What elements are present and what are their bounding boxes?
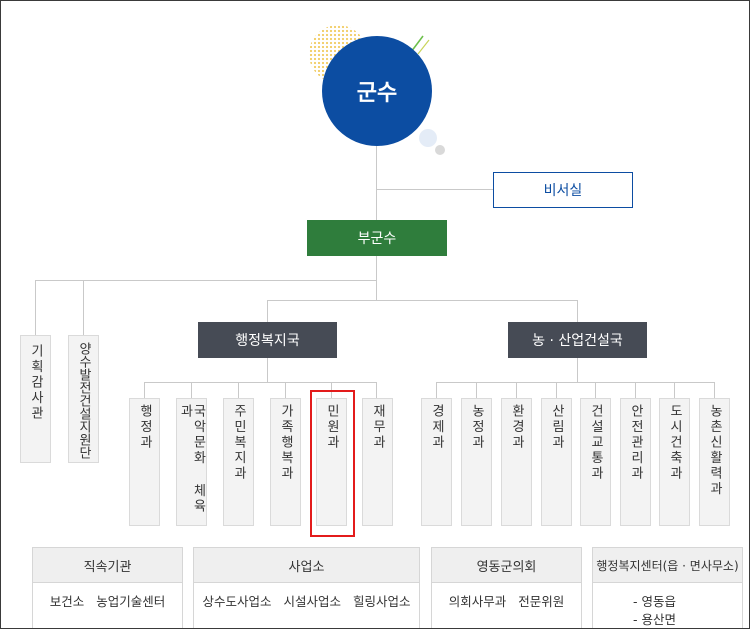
section-item-health-center[interactable]: 보건소	[50, 594, 85, 609]
connector-line	[376, 146, 377, 220]
connector-line	[376, 382, 377, 398]
connector-line	[377, 189, 493, 190]
section-item-expert-members[interactable]: 전문위원	[518, 594, 564, 609]
section-item-council-secretariat[interactable]: 의회사무과	[449, 594, 507, 609]
county-governor-label: 군수	[356, 81, 398, 106]
connector-line	[267, 300, 268, 322]
agriculture-industry-construction-bureau-box[interactable]: 농 · 산업건설국	[508, 322, 647, 358]
section-body: 보건소 농업기술센터	[33, 583, 182, 609]
department-box-agricultural-policy[interactable]: 농정과	[461, 398, 492, 526]
connector-line	[595, 382, 596, 398]
bubble-decoration	[435, 145, 445, 155]
section-item-agri-tech-center[interactable]: 농업기술센터	[96, 594, 165, 609]
department-box-korean-music-culture-sports[interactable]: 국악문화 체육과	[176, 398, 207, 526]
connector-line	[285, 382, 286, 398]
section-title: 영동군의회	[432, 548, 581, 583]
department-box-safety-management[interactable]: 안전관리과	[620, 398, 651, 526]
section-item-yongsan-myeon[interactable]: - 용산면	[633, 611, 742, 629]
section-business-offices: 사업소 상수도사업소 시설사업소 힐링사업소	[193, 547, 420, 629]
pumped-storage-support-group-box[interactable]: 양수발전건설지원단	[68, 335, 99, 463]
connector-line	[267, 358, 268, 382]
administrative-welfare-bureau-box[interactable]: 행정복지국	[198, 322, 337, 358]
planning-audit-officer-label: 기획감사관	[28, 344, 43, 422]
connector-line	[35, 280, 377, 281]
deputy-governor-box[interactable]: 부군수	[307, 220, 447, 256]
department-box-rural-revitalization[interactable]: 농촌신활력과	[699, 398, 730, 526]
connector-line	[476, 382, 477, 398]
administrative-welfare-bureau-label: 행정복지국	[235, 333, 300, 349]
department-label: 도시건축과	[667, 404, 682, 482]
connector-line	[674, 382, 675, 398]
connector-line	[331, 382, 332, 398]
connector-line	[577, 300, 578, 322]
section-direct-agencies: 직속기관 보건소 농업기술센터	[32, 547, 183, 629]
connector-line	[144, 382, 145, 398]
section-title: 직속기관	[33, 548, 182, 583]
connector-line	[577, 358, 578, 382]
department-box-economy[interactable]: 경제과	[421, 398, 452, 526]
pumped-storage-support-group-label: 양수발전건설지원단	[76, 342, 91, 459]
department-label: 농촌신활력과	[707, 404, 722, 497]
secretary-office-label: 비서실	[543, 183, 583, 199]
section-community-centers: 행정복지센터(읍 · 면사무소) - 영동읍 - 용산면	[592, 547, 743, 629]
connector-line	[191, 382, 192, 398]
section-item-healing-office[interactable]: 힐링사업소	[353, 594, 411, 609]
department-box-finance[interactable]: 재무과	[362, 398, 393, 526]
section-body: - 영동읍 - 용산면	[593, 583, 742, 629]
section-title: 사업소	[194, 548, 419, 583]
section-item-water-supply-office[interactable]: 상수도사업소	[202, 594, 271, 609]
department-box-family-happiness[interactable]: 가족행복과	[270, 398, 301, 526]
connector-line	[635, 382, 636, 398]
department-label: 주민복지과	[231, 404, 246, 482]
department-label: 행정과	[137, 404, 152, 451]
connector-line	[83, 280, 84, 335]
county-governor-circle[interactable]: 군수	[322, 36, 432, 146]
connector-line	[35, 280, 36, 335]
connector-line	[376, 256, 377, 300]
secretary-office-box[interactable]: 비서실	[493, 172, 633, 208]
department-label: 민원과	[324, 404, 339, 451]
section-item-yeongdong-eup[interactable]: - 영동읍	[633, 593, 742, 611]
department-label: 가족행복과	[278, 404, 293, 482]
section-item-facilities-office[interactable]: 시설사업소	[283, 594, 341, 609]
department-box-civil-affairs[interactable]: 민원과	[316, 398, 347, 526]
department-label: 재무과	[370, 404, 385, 451]
section-body: 상수도사업소 시설사업소 힐링사업소	[194, 583, 419, 609]
bubble-decoration	[419, 129, 437, 147]
department-box-resident-welfare[interactable]: 주민복지과	[223, 398, 254, 526]
connector-line	[238, 382, 239, 398]
connector-line	[436, 382, 437, 398]
department-label: 환경과	[509, 404, 524, 451]
agriculture-industry-construction-bureau-label: 농 · 산업건설국	[532, 333, 623, 349]
department-box-environment[interactable]: 환경과	[501, 398, 532, 526]
connector-line	[516, 382, 517, 398]
section-title: 행정복지센터(읍 · 면사무소)	[593, 548, 742, 583]
connector-line	[714, 382, 715, 398]
department-box-administration[interactable]: 행정과	[129, 398, 160, 526]
department-label: 안전관리과	[628, 404, 643, 482]
org-chart: 군수 비서실 부군수 기획감사관 양수발전건설지원단 행정복지국 농 · 산업건…	[0, 0, 750, 629]
planning-audit-officer-box[interactable]: 기획감사관	[20, 335, 51, 463]
deputy-governor-label: 부군수	[357, 231, 397, 247]
department-label: 경제과	[429, 404, 444, 451]
department-box-urban-architecture[interactable]: 도시건축과	[659, 398, 690, 526]
department-label: 산림과	[549, 404, 564, 451]
connector-line	[267, 300, 578, 301]
connector-line	[144, 382, 377, 383]
department-label: 농정과	[469, 404, 484, 451]
section-county-council: 영동군의회 의회사무과 전문위원	[431, 547, 582, 629]
section-body: 의회사무과 전문위원	[432, 583, 581, 609]
department-label: 건설교통과	[588, 404, 603, 482]
department-label: 국악문화 체육과	[177, 404, 206, 515]
department-box-construction-transport[interactable]: 건설교통과	[580, 398, 611, 526]
connector-line	[556, 382, 557, 398]
department-box-forestry[interactable]: 산림과	[541, 398, 572, 526]
